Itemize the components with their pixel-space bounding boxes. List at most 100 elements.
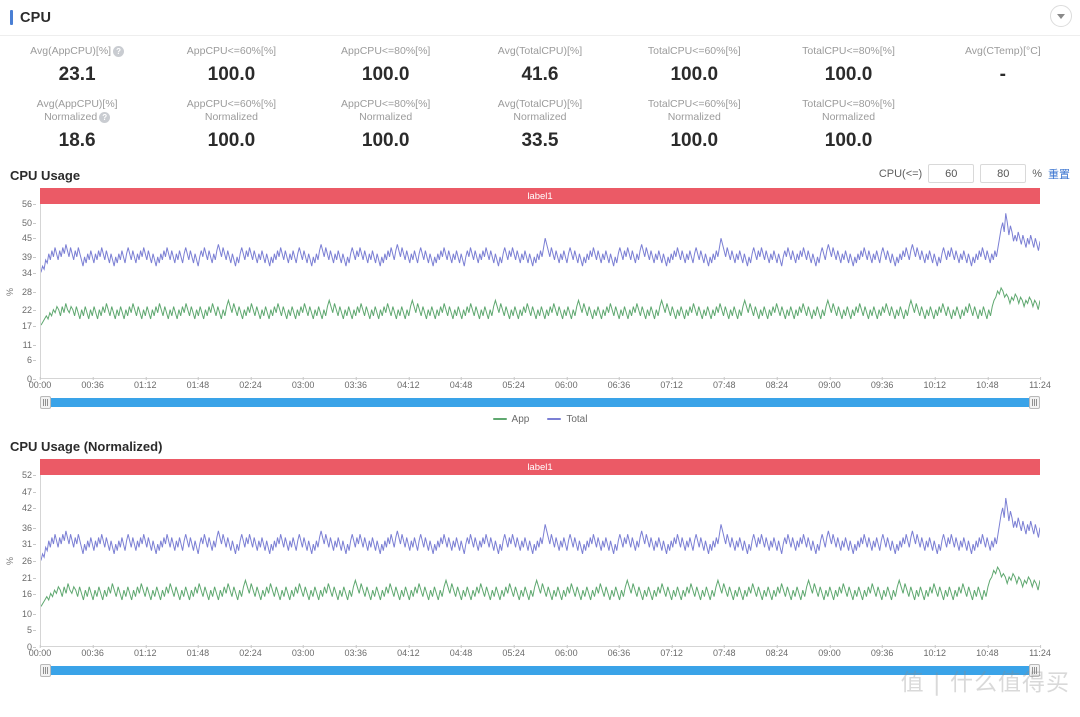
- section-header-cpu-usage-normalized: CPU Usage (Normalized): [0, 433, 1080, 459]
- x-tick-label: 01:48: [186, 645, 210, 658]
- time-range-slider[interactable]: [40, 664, 1040, 677]
- metric-value: 100.0: [207, 130, 256, 151]
- series-lines: [41, 204, 1040, 378]
- metrics-row-raw: Avg(AppCPU)[%]? 23.1 AppCPU<=60%[%] 100.0 Ap…: [0, 36, 1080, 90]
- time-range-slider[interactable]: [40, 396, 1040, 409]
- slider-handle-left[interactable]: [40, 396, 51, 409]
- metric-label-line1: Avg(TotalCPU)[%]: [497, 98, 583, 110]
- x-tick-label: 00:00: [28, 645, 52, 658]
- metric-label-sub: Normalized: [667, 111, 721, 123]
- metric-label: TotalCPU<=60%[%]: [648, 45, 741, 58]
- x-tick-label: 07:48: [712, 377, 736, 390]
- series-line-app: [41, 288, 1040, 325]
- metric-cell: Avg(AppCPU)[%] Normalized? 18.6: [0, 98, 154, 152]
- threshold-controls: CPU(<=) % 重置: [879, 164, 1070, 183]
- slider-handle-right[interactable]: [1029, 664, 1040, 677]
- y-tick-label: 21: [21, 572, 37, 583]
- metric-value: -: [999, 64, 1006, 85]
- legend-color-swatch: [547, 418, 562, 420]
- y-tick-label: 50: [21, 217, 37, 228]
- metric-label-line2: Normalized: [668, 111, 721, 124]
- slider-track[interactable]: [40, 398, 1040, 407]
- y-tick-label: 28: [21, 286, 37, 297]
- x-tick-label: 10:48: [976, 645, 999, 658]
- x-tick-label: 04:12: [397, 645, 420, 658]
- x-tick-label: 06:36: [607, 377, 631, 390]
- scene-label-band[interactable]: label1: [40, 188, 1040, 204]
- slider-track[interactable]: [40, 666, 1040, 675]
- metric-label: AppCPU<=80%[%]: [341, 98, 430, 111]
- metric-label-line1: TotalCPU<=80%[%]: [802, 45, 895, 57]
- x-tick-label: 04:12: [397, 377, 420, 390]
- metric-label-line2: Normalized: [205, 111, 258, 124]
- collapse-toggle-button[interactable]: [1050, 5, 1072, 27]
- x-tick-label: 00:36: [81, 377, 104, 390]
- metric-label-line2: Normalized: [822, 111, 875, 124]
- chart-cpu-usage-normalized: label1 % 0 5 10 16 21 26 31 36 42 47 52 00:00 00:36…: [0, 459, 1080, 677]
- metric-label-line1: TotalCPU<=60%[%]: [647, 45, 741, 57]
- slider-handle-left[interactable]: [40, 664, 51, 677]
- help-icon[interactable]: ?: [99, 112, 111, 123]
- legend-item[interactable]: Total: [547, 414, 587, 425]
- metric-cell: AppCPU<=80%[%] 100.0: [309, 45, 463, 86]
- plot-area-cpu-usage: % 0 6 11 17 22 28 34 39 45 50 56: [0, 199, 1080, 384]
- y-tick-label: 52: [21, 470, 37, 480]
- x-tick-label: 01:12: [133, 377, 157, 390]
- x-tick-label: 05:24: [502, 645, 525, 658]
- metric-label-line1: Avg(AppCPU)[%]: [30, 45, 112, 57]
- threshold-low-input[interactable]: [928, 164, 975, 183]
- legend-color-swatch: [492, 418, 507, 420]
- x-tick-label: 02:24: [239, 377, 262, 390]
- metric-cell: TotalCPU<=80%[%] 100.0: [771, 45, 925, 86]
- metric-value: 100.0: [824, 64, 873, 85]
- chart-cpu-usage: label1 % 0 6 11 17 22 28 34 39 45 50 56 00:00 00:36…: [0, 188, 1080, 427]
- x-tick-label: 06:36: [607, 645, 631, 658]
- x-tick-label: 01:12: [133, 645, 157, 658]
- metric-cell: AppCPU<=60%[%] Normalized 100.0: [154, 98, 308, 152]
- legend-label: App: [511, 413, 530, 425]
- x-tick-label: 11:24: [1029, 645, 1051, 658]
- scene-label-band[interactable]: label1: [40, 459, 1040, 475]
- y-tick-label: 56: [21, 199, 37, 209]
- page-title: CPU: [20, 9, 52, 26]
- threshold-high-input[interactable]: [980, 164, 1027, 183]
- x-tick-label: 07:12: [660, 645, 683, 658]
- x-tick-label: 08:24: [765, 645, 789, 658]
- x-axis-ticks: 00:00 00:36 01:12 01:48 02:24 03:00 03:36 04:12…: [29, 645, 1051, 662]
- chart-legend: App Total: [0, 411, 1080, 427]
- y-tick-label: 42: [21, 503, 37, 514]
- metric-cell: Avg(AppCPU)[%]? 23.1: [0, 45, 154, 86]
- legend-item[interactable]: App: [492, 413, 530, 425]
- grip-icon: [1032, 667, 1037, 674]
- metric-label-line2: Normalized?: [44, 111, 111, 124]
- scene-label-text: label1: [527, 461, 553, 473]
- scene-label-text: label1: [527, 190, 553, 202]
- y-tick-label: 45: [21, 233, 37, 244]
- panel-header: CPU: [0, 0, 1080, 36]
- metric-value: 100.0: [361, 64, 410, 85]
- metric-cell: AppCPU<=80%[%] Normalized 100.0: [309, 98, 463, 152]
- help-icon[interactable]: ?: [113, 46, 125, 57]
- y-tick-label: 10: [21, 608, 37, 619]
- metric-label-line1: Avg(TotalCPU)[%]: [497, 45, 583, 57]
- metric-value: 100.0: [670, 64, 719, 85]
- grip-icon: [43, 667, 48, 674]
- y-tick-label: 16: [21, 589, 37, 600]
- x-tick-label: 09:00: [818, 645, 841, 658]
- chevron-down-icon: [1057, 13, 1065, 19]
- x-tick-label: 07:48: [712, 645, 736, 658]
- cpu-panel: CPU Avg(AppCPU)[%]? 23.1 AppCPU<=60%[%] 100…: [0, 0, 1080, 717]
- x-tick-label: 03:00: [291, 645, 315, 658]
- x-tick-label: 09:36: [870, 645, 894, 658]
- grip-icon: [1032, 399, 1037, 406]
- metric-label-line1: AppCPU<=80%[%]: [341, 98, 431, 110]
- plot-canvas[interactable]: [40, 475, 1040, 647]
- x-tick-label: 08:24: [765, 377, 789, 390]
- metric-value: 41.6: [521, 64, 559, 85]
- reset-link[interactable]: 重置: [1048, 166, 1070, 182]
- slider-handle-right[interactable]: [1029, 396, 1040, 409]
- plot-canvas[interactable]: [40, 204, 1040, 379]
- y-tick-label: 31: [21, 539, 37, 550]
- section-header-cpu-usage: CPU Usage CPU(<=) % 重置: [0, 162, 1080, 188]
- metric-label: Avg(CTemp)[°C]: [965, 45, 1041, 58]
